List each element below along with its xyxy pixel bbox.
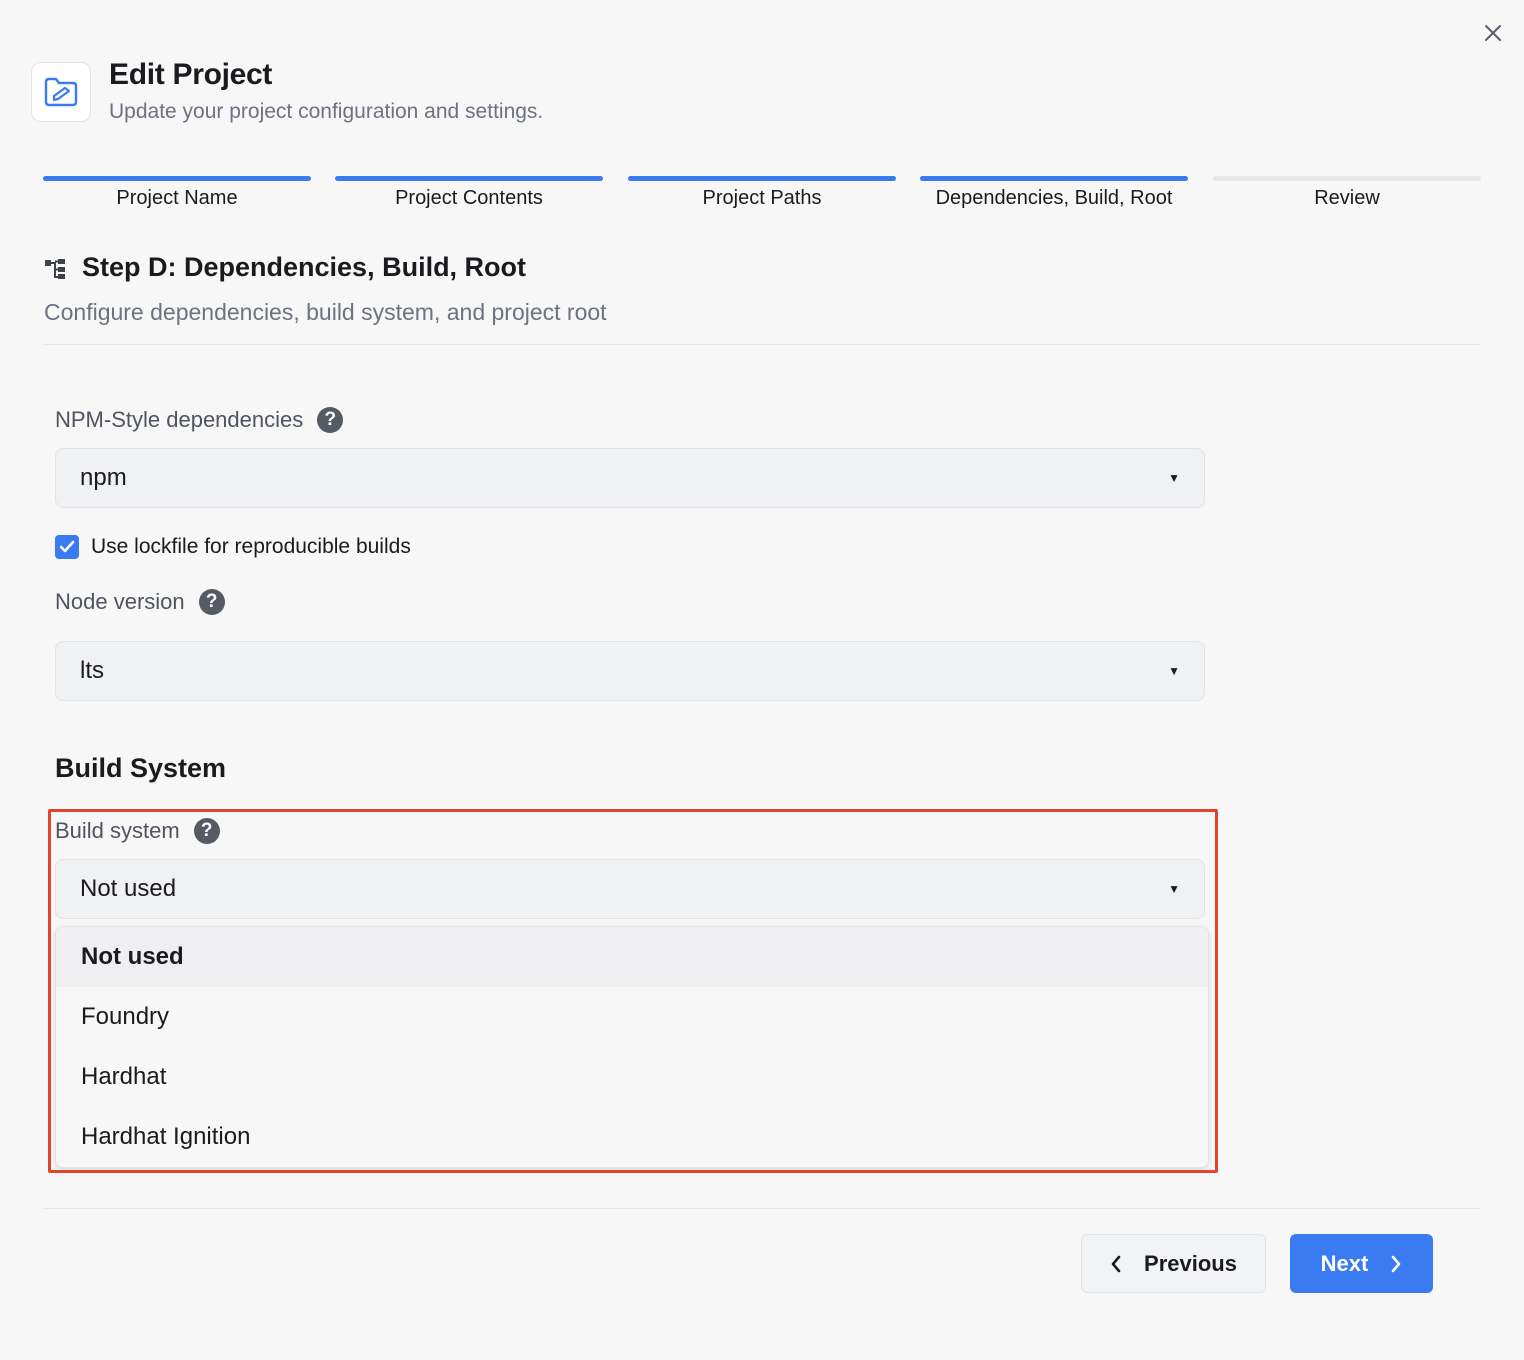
highlight-box [48,809,1218,1173]
next-button[interactable]: Next [1290,1234,1433,1293]
chevron-left-icon [1111,1255,1121,1272]
step-label: Project Name [116,187,238,209]
build-system-heading: Build System [55,753,227,783]
lockfile-label: Use lockfile for reproducible builds [91,535,411,558]
hierarchy-icon [44,258,68,285]
dialog-title: Edit Project [109,58,273,91]
checkmark-icon [59,540,75,553]
npm-deps-select[interactable]: npm ▼ [55,448,1205,508]
step-project-paths[interactable]: Project Paths [628,176,896,210]
footer-divider [43,1208,1481,1209]
step-bar [335,176,603,181]
npm-deps-label: NPM-Style dependencies [55,407,304,432]
step-review[interactable]: Review [1213,176,1481,210]
step-project-name[interactable]: Project Name [43,176,311,210]
step-label: Project Paths [702,187,822,209]
section-divider [43,344,1481,345]
step-bar [628,176,896,181]
header-icon-tile [31,62,91,122]
step-label: Review [1314,187,1380,209]
npm-deps-value: npm [80,464,127,491]
section-title: Step D: Dependencies, Build, Root [82,252,527,282]
step-bar [43,176,311,181]
step-label: Project Contents [395,187,543,209]
next-label: Next [1320,1250,1369,1276]
npm-deps-label-row: NPM-Style dependencies ? [55,407,344,433]
step-project-contents[interactable]: Project Contents [335,176,603,210]
node-version-label-row: Node version ? [55,589,225,615]
node-version-select[interactable]: lts ▼ [55,641,1205,701]
folder-edit-icon [44,77,78,107]
help-icon[interactable]: ? [198,589,225,615]
node-version-value: lts [80,657,104,684]
previous-label: Previous [1144,1250,1237,1276]
lockfile-checkbox[interactable] [55,535,79,559]
node-version-label: Node version [55,589,185,614]
step-label: Dependencies, Build, Root [935,187,1173,209]
step-dependencies-build-root[interactable]: Dependencies, Build, Root [920,176,1188,210]
lockfile-row: Use lockfile for reproducible builds [55,535,411,559]
caret-down-icon: ▼ [1168,664,1180,678]
section-subtitle: Configure dependencies, build system, an… [44,299,607,325]
help-icon[interactable]: ? [317,407,344,433]
stepper: Project Name Project Contents Project Pa… [43,176,1481,216]
close-icon [1485,25,1501,41]
dialog-subtitle: Update your project configuration and se… [109,100,544,123]
close-button[interactable] [1478,18,1508,48]
step-bar [1213,176,1481,181]
chevron-right-icon [1392,1255,1401,1272]
previous-button[interactable]: Previous [1081,1234,1266,1293]
step-bar [920,176,1188,181]
caret-down-icon: ▼ [1168,471,1180,485]
